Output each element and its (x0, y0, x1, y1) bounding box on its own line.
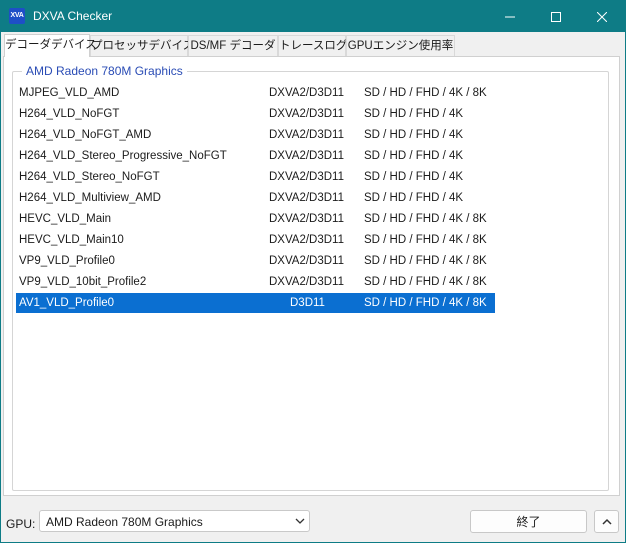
decoder-name: H264_VLD_NoFGT (19, 108, 120, 120)
decoder-api: DXVA2/D3D11 (269, 150, 344, 162)
window-title: DXVA Checker (33, 9, 113, 23)
decoder-resolutions: SD / HD / FHD / 4K / 8K (364, 255, 487, 267)
tab-ds-mf-decoders[interactable]: DS/MF デコーダ (188, 35, 278, 56)
decoder-resolutions: SD / HD / FHD / 4K (364, 192, 464, 204)
tab-gpu-engine-usage[interactable]: GPUエンジン使用率 (346, 35, 455, 56)
group-title: AMD Radeon 780M Graphics (22, 64, 187, 78)
maximize-button[interactable] (533, 1, 579, 32)
decoder-row[interactable]: VP9_VLD_Profile0 DXVA2/D3D11 SD / HD / F… (16, 251, 495, 271)
decoder-api: DXVA2/D3D11 (269, 192, 344, 204)
gpu-select[interactable]: AMD Radeon 780M Graphics (39, 510, 310, 532)
decoder-api: D3D11 (290, 297, 325, 309)
decoder-name: HEVC_VLD_Main (19, 213, 112, 225)
gpu-select-value: AMD Radeon 780M Graphics (46, 515, 203, 529)
decoder-api: DXVA2/D3D11 (269, 171, 344, 183)
decoder-api: DXVA2/D3D11 (269, 234, 344, 246)
decoder-name: VP9_VLD_Profile0 (19, 255, 115, 267)
decoder-resolutions: SD / HD / FHD / 4K (364, 129, 464, 141)
decoder-row[interactable]: HEVC_VLD_Main10 DXVA2/D3D11 SD / HD / FH… (16, 230, 495, 250)
decoder-resolutions: SD / HD / FHD / 4K / 8K (364, 234, 487, 246)
decoder-api: DXVA2/D3D11 (269, 87, 344, 99)
decoder-api: DXVA2/D3D11 (269, 108, 344, 120)
tab-processor-devices[interactable]: プロセッサデバイス (90, 35, 194, 56)
decoder-resolutions: SD / HD / FHD / 4K (364, 171, 464, 183)
decoder-api: DXVA2/D3D11 (269, 276, 344, 288)
decoder-name: VP9_VLD_10bit_Profile2 (19, 276, 147, 288)
chevron-up-icon (601, 518, 612, 525)
title-bar[interactable]: XVA DXVA Checker (1, 1, 625, 32)
chevron-down-icon (295, 518, 305, 524)
gpu-label: GPU: (6, 517, 36, 531)
quit-button[interactable]: 終了 (470, 510, 587, 533)
decoder-row[interactable]: H264_VLD_Stereo_NoFGT DXVA2/D3D11 SD / H… (16, 167, 495, 187)
decoder-name: AV1_VLD_Profile0 (19, 297, 115, 309)
decoder-api: DXVA2/D3D11 (269, 129, 344, 141)
decoder-name: HEVC_VLD_Main10 (19, 234, 124, 246)
decoder-row[interactable]: H264_VLD_NoFGT_AMD DXVA2/D3D11 SD / HD /… (16, 125, 495, 145)
collapse-button[interactable] (594, 510, 619, 533)
decoder-resolutions: SD / HD / FHD / 4K / 8K (364, 213, 487, 225)
decoder-row[interactable]: MJPEG_VLD_AMD DXVA2/D3D11 SD / HD / FHD … (16, 83, 495, 103)
maximize-icon (551, 11, 561, 22)
decoder-row[interactable]: VP9_VLD_10bit_Profile2 DXVA2/D3D11 SD / … (16, 272, 495, 292)
app-icon: XVA (9, 8, 25, 24)
tab-decoder-devices[interactable]: デコーダデバイス (4, 34, 97, 57)
decoder-api: DXVA2/D3D11 (269, 255, 344, 267)
decoder-name: MJPEG_VLD_AMD (19, 87, 120, 99)
decoder-resolutions: SD / HD / FHD / 4K (364, 108, 464, 120)
decoder-row[interactable]: H264_VLD_Multiview_AMD DXVA2/D3D11 SD / … (16, 188, 495, 208)
decoder-row-selected[interactable]: AV1_VLD_Profile0 D3D11 SD / HD / FHD / 4… (16, 293, 495, 313)
app-window: XVA DXVA Checker デコーダデバイス プロセッサデバイス DS/M… (0, 0, 626, 543)
close-button[interactable] (579, 1, 625, 32)
minimize-icon (505, 16, 515, 17)
close-icon (597, 11, 607, 22)
decoder-panel: AMD Radeon 780M Graphics MJPEG_VLD_AMD D… (3, 56, 620, 496)
decoder-row[interactable]: H264_VLD_Stereo_Progressive_NoFGT DXVA2/… (16, 146, 495, 166)
decoder-row[interactable]: HEVC_VLD_Main DXVA2/D3D11 SD / HD / FHD … (16, 209, 495, 229)
decoder-resolutions: SD / HD / FHD / 4K (364, 150, 464, 162)
decoder-resolutions: SD / HD / FHD / 4K / 8K (364, 297, 487, 309)
decoder-resolutions: SD / HD / FHD / 4K / 8K (364, 276, 487, 288)
minimize-button[interactable] (487, 1, 533, 32)
decoder-name: H264_VLD_Multiview_AMD (19, 192, 161, 204)
decoder-name: H264_VLD_Stereo_NoFGT (19, 171, 160, 183)
tab-trace-log[interactable]: トレースログ (278, 35, 347, 56)
decoder-name: H264_VLD_NoFGT_AMD (19, 129, 152, 141)
decoder-resolutions: SD / HD / FHD / 4K / 8K (364, 87, 487, 99)
decoder-api: DXVA2/D3D11 (269, 213, 344, 225)
decoder-name: H264_VLD_Stereo_Progressive_NoFGT (19, 150, 227, 162)
status-bar: GPU: AMD Radeon 780M Graphics 終了 (1, 507, 625, 542)
decoder-row[interactable]: H264_VLD_NoFGT DXVA2/D3D11 SD / HD / FHD… (16, 104, 495, 124)
